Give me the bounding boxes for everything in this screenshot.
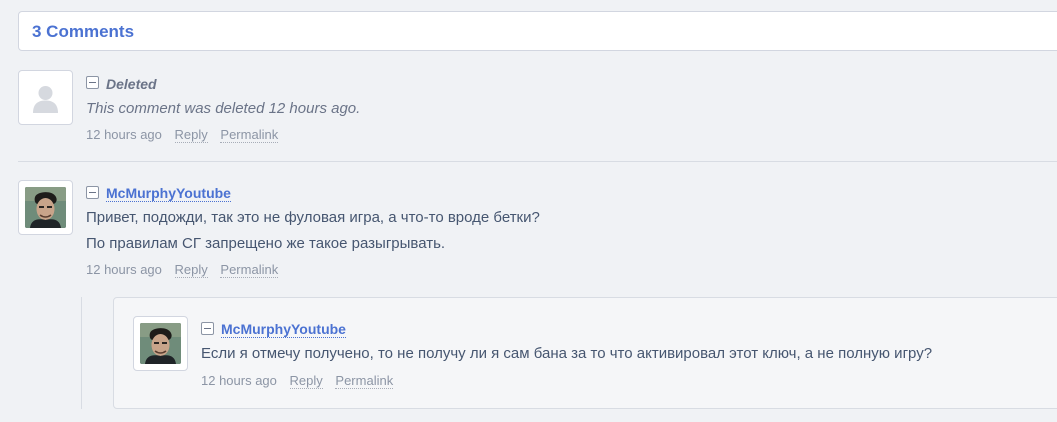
user-avatar-image [25,187,66,228]
collapse-minus-icon[interactable] [86,186,99,199]
reply-link[interactable]: Reply [174,262,208,278]
permalink-link[interactable]: Permalink [220,127,279,143]
comment-body-line: This comment was deleted 12 hours ago. [86,100,361,117]
collapse-minus-icon[interactable] [201,322,214,335]
comment-author-link[interactable]: McMurphyYoutube [106,185,231,202]
comment-time: 12 hours ago [86,262,162,277]
avatar[interactable] [133,316,188,371]
avatar[interactable] [18,180,73,235]
permalink-link[interactable]: Permalink [220,262,279,278]
comments-header: 3 Comments [18,11,1057,51]
comment-time: 12 hours ago [86,127,162,142]
comment-body: Привет, подожди, так это не фуловая игра… [86,205,540,257]
avatar-placeholder [18,70,73,125]
comment-body: This comment was deleted 12 hours ago. [86,96,360,122]
comment-body-line: Если я отмечу получено, то не получу ли … [201,345,933,362]
comment-meta: 12 hours ago Reply Permalink [86,262,287,278]
comment-body-line: Привет, подожди, так это не фуловая игра… [86,209,540,226]
comment-time: 12 hours ago [201,373,277,388]
reply-link[interactable]: Reply [289,373,323,389]
comment-author-link[interactable]: McMurphyYoutube [221,321,346,338]
comments-count-title: 3 Comments [32,22,135,41]
comment-divider [18,161,1057,162]
comment-author: Deleted [106,76,157,92]
comment-meta: 12 hours ago Reply Permalink [201,373,402,389]
reply-thread-line [81,297,82,409]
collapse-minus-icon[interactable] [86,76,99,89]
user-avatar-image [140,323,181,364]
comment-body: Если я отмечу получено, то не получу ли … [201,341,932,367]
permalink-link[interactable]: Permalink [335,373,394,389]
reply-link[interactable]: Reply [174,127,208,143]
user-silhouette-icon [33,86,58,113]
comment-meta: 12 hours ago Reply Permalink [86,127,287,143]
comment-body-line: По правилам СГ запрещено же такое разыгр… [86,235,446,252]
